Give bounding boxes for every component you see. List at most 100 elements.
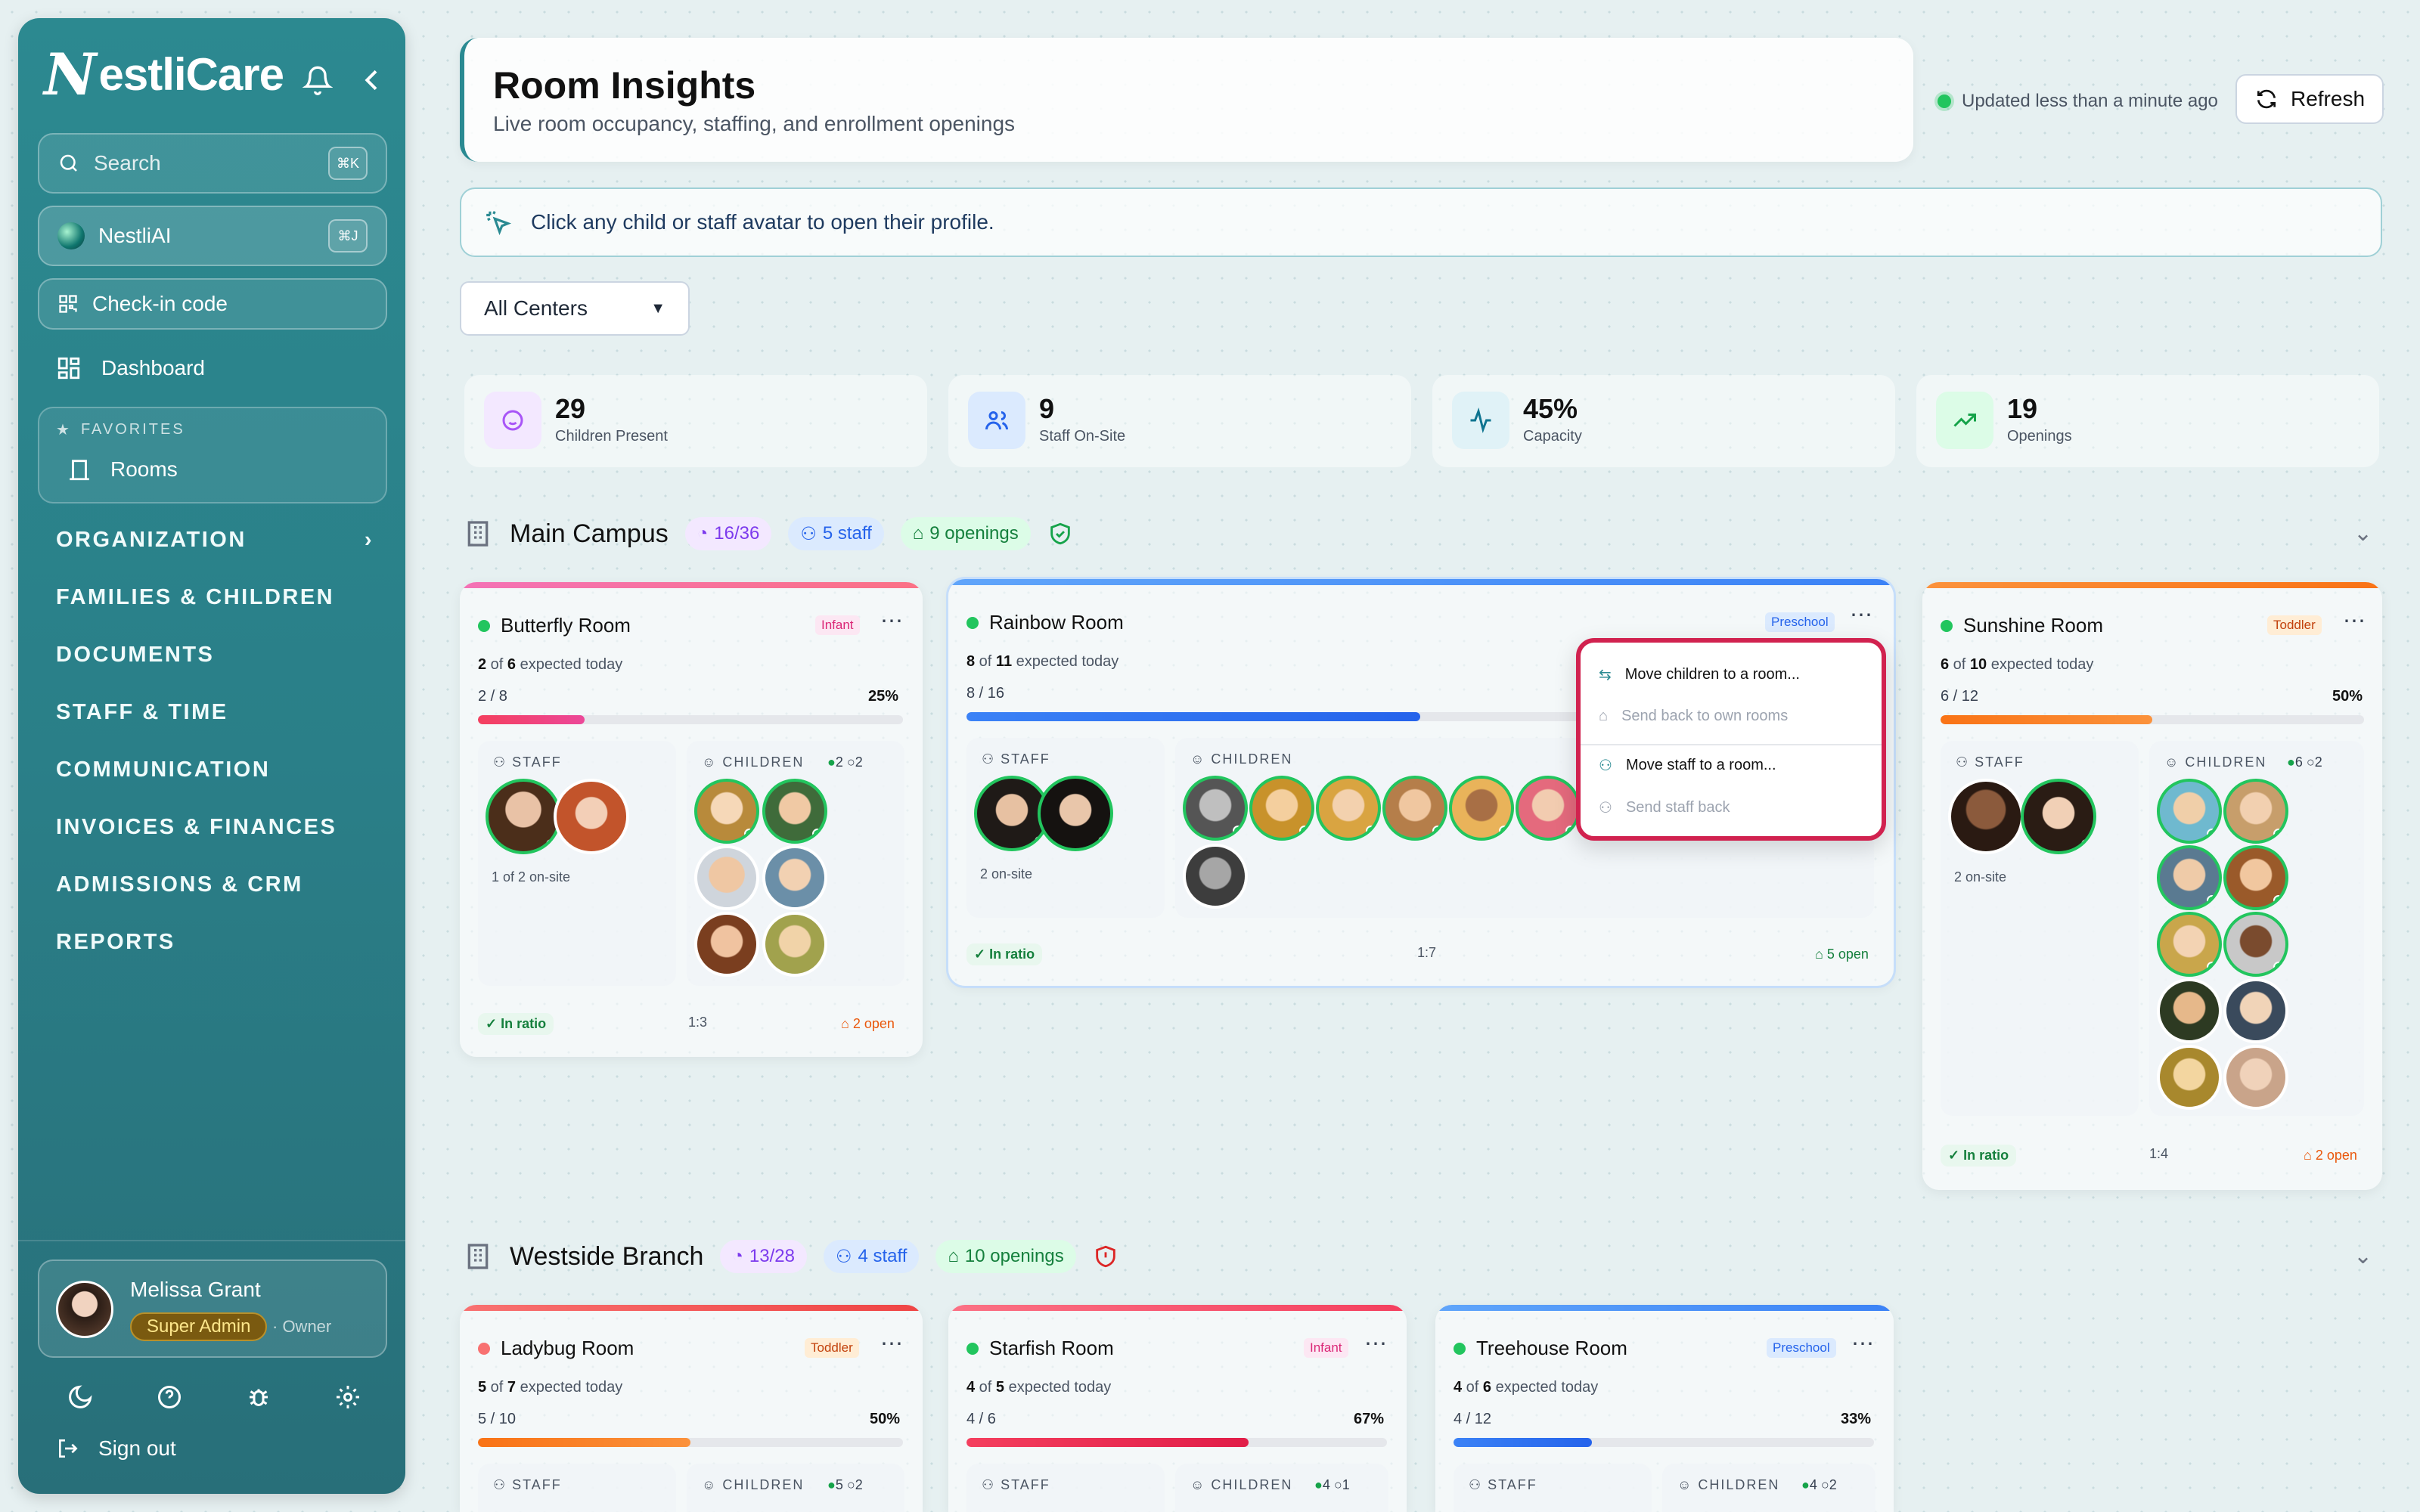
room-title[interactable]: Ladybug Room — [478, 1337, 634, 1360]
room-name: Starfish Room — [989, 1337, 1114, 1359]
children-panel: ☺ CHILDREN ●6 ○2 — [2149, 741, 2364, 1116]
staff-avatar[interactable] — [2021, 779, 2096, 854]
more-options-icon[interactable]: ⋯ — [1851, 1331, 1875, 1357]
children-heading: ☺ CHILDREN — [1190, 1477, 1293, 1492]
status-dot — [1454, 1342, 1466, 1355]
bell-icon[interactable] — [302, 65, 333, 95]
room-title[interactable]: Sunshine Room — [1941, 614, 2103, 637]
child-avatar[interactable] — [2223, 978, 2288, 1043]
nav-admissions[interactable]: ADMISSIONS & CRM — [56, 872, 303, 897]
child-avatar[interactable] — [694, 912, 759, 977]
child-avatar[interactable] — [1183, 776, 1248, 841]
room-title[interactable]: Butterfly Room — [478, 614, 631, 637]
menu-send-back-children[interactable]: ⌂ Send back to own rooms — [1599, 708, 1788, 725]
child-avatar[interactable] — [1449, 776, 1514, 841]
room-name: Sunshine Room — [1963, 614, 2103, 637]
child-avatar[interactable] — [2157, 978, 2222, 1043]
staff-heading-label: STAFF — [1488, 1477, 1537, 1492]
child-avatar[interactable] — [762, 779, 827, 844]
nav-dashboard[interactable]: Dashboard — [56, 355, 205, 381]
child-avatar[interactable] — [2223, 912, 2288, 977]
bug-icon[interactable] — [245, 1383, 272, 1411]
collapse-sidebar-icon[interactable] — [357, 65, 387, 95]
nav-organization[interactable]: ORGANIZATION › — [56, 528, 374, 553]
menu-send-staff-back[interactable]: ⚇ Send staff back — [1599, 798, 1730, 817]
nav-invoices[interactable]: INVOICES & FINANCES — [56, 815, 337, 840]
children-heading-label: CHILDREN — [722, 754, 805, 770]
child-avatar[interactable] — [2223, 779, 2288, 844]
page-header: Room Insights Live room occupancy, staff… — [460, 38, 1913, 162]
more-options-icon[interactable]: ⋯ — [2343, 608, 2366, 634]
search-input[interactable]: Search ⌘K — [38, 133, 387, 194]
favorites-heading: ★ FAVORITES — [56, 420, 185, 439]
child-avatar[interactable] — [1249, 776, 1314, 841]
more-options-icon[interactable]: ⋯ — [880, 1331, 904, 1357]
child-avatar[interactable] — [2157, 912, 2222, 977]
checkin-code-button[interactable]: Check-in code — [38, 278, 387, 330]
stat-label: Staff On-Site — [1039, 428, 1126, 445]
room-title[interactable]: Rainbow Room — [966, 611, 1124, 634]
child-avatar[interactable] — [694, 779, 759, 844]
center-filter-select[interactable]: All Centers ▼ — [460, 281, 690, 336]
child-avatar[interactable] — [2223, 845, 2288, 910]
child-avatar[interactable] — [762, 912, 827, 977]
staff-avatar[interactable] — [1948, 779, 2024, 854]
section-header-main-campus[interactable]: Main Campus ◔ 16/36 ⚇ 5 staff ⌂ 9 openings — [463, 517, 1073, 550]
collapse-chevron-icon[interactable]: ⌄ — [2353, 520, 2372, 547]
users-icon: ⚇ — [835, 1246, 852, 1267]
more-options-icon[interactable]: ⋯ — [1364, 1331, 1388, 1357]
children-out-count: 2 — [855, 1477, 863, 1492]
child-avatar[interactable] — [694, 845, 759, 910]
more-options-icon[interactable]: ⋯ — [880, 608, 904, 634]
room-title[interactable]: Treehouse Room — [1454, 1337, 1627, 1360]
child-avatar[interactable] — [2157, 779, 2222, 844]
expected-label: expected today — [1990, 656, 2094, 673]
signout-label: Sign out — [98, 1436, 176, 1460]
room-name: Rainbow Room — [989, 611, 1124, 634]
room-title[interactable]: Starfish Room — [966, 1337, 1114, 1360]
child-avatar[interactable] — [1316, 776, 1381, 841]
child-avatar[interactable] — [2223, 1045, 2288, 1110]
nav-communication[interactable]: COMMUNICATION — [56, 758, 270, 782]
refresh-button[interactable]: Refresh — [2235, 74, 2384, 124]
room-actions-menu: ⇆ Move children to a room... ⌂ Send back t… — [1576, 638, 1886, 841]
occupancy-ratio: 8 / 16 — [966, 685, 1005, 702]
collapse-chevron-icon[interactable]: ⌄ — [2353, 1243, 2372, 1269]
nestli-ai-button[interactable]: NestliAI ⌘J — [38, 206, 387, 266]
help-icon[interactable] — [156, 1383, 183, 1411]
staff-avatar[interactable] — [554, 779, 629, 854]
more-options-icon[interactable]: ⋯ — [1850, 602, 1873, 628]
child-avatar[interactable] — [1183, 844, 1248, 909]
child-avatar[interactable] — [1516, 776, 1581, 841]
signout-button[interactable]: Sign out — [56, 1436, 176, 1461]
child-avatar[interactable] — [1382, 776, 1447, 841]
favorite-rooms[interactable]: Rooms — [67, 457, 178, 482]
nav-staff-time[interactable]: STAFF & TIME — [56, 700, 228, 725]
room-card-ladybug: Ladybug Room Toddler ⋯ 5 of 7 expected t… — [460, 1305, 923, 1512]
moon-icon[interactable] — [67, 1383, 94, 1411]
brand-logo[interactable]: NestliCare — [44, 41, 284, 108]
staff-avatar[interactable] — [486, 779, 561, 854]
staff-heading-label: STAFF — [1001, 1477, 1050, 1492]
users-icon — [968, 392, 1025, 449]
menu-move-children[interactable]: ⇆ Move children to a room... — [1599, 665, 1800, 684]
child-avatar[interactable] — [762, 845, 827, 910]
nav-reports[interactable]: REPORTS — [56, 930, 175, 955]
present-indicator — [1035, 836, 1045, 847]
children-counts: ●2 ○2 — [827, 754, 863, 770]
occupancy-ratio: 4 / 12 — [1454, 1411, 1492, 1427]
settings-icon[interactable] — [334, 1383, 361, 1411]
child-avatar[interactable] — [2157, 845, 2222, 910]
child-avatar[interactable] — [2157, 1045, 2222, 1110]
stat-label: Openings — [2007, 428, 2072, 445]
staff-heading: ⚇ STAFF — [493, 754, 562, 770]
user-card[interactable]: Melissa Grant Super Admin · Owner — [38, 1259, 387, 1358]
children-panel: ☺ CHILDREN ●4 ○1 — [1175, 1464, 1388, 1512]
menu-move-staff[interactable]: ⚇ Move staff to a room... — [1599, 756, 1776, 775]
nav-documents[interactable]: DOCUMENTS — [56, 643, 214, 668]
nav-families[interactable]: FAMILIES & CHILDREN — [56, 585, 334, 610]
children-panel: ☺ CHILDREN ●5 ○2 — [687, 1464, 904, 1512]
occupancy-ratio: 6 / 12 — [1941, 688, 1979, 705]
staff-avatar[interactable] — [1038, 776, 1113, 851]
section-header-westside[interactable]: Westside Branch ◔ 13/28 ⚇ 4 staff ⌂ 10 open… — [463, 1240, 1118, 1273]
